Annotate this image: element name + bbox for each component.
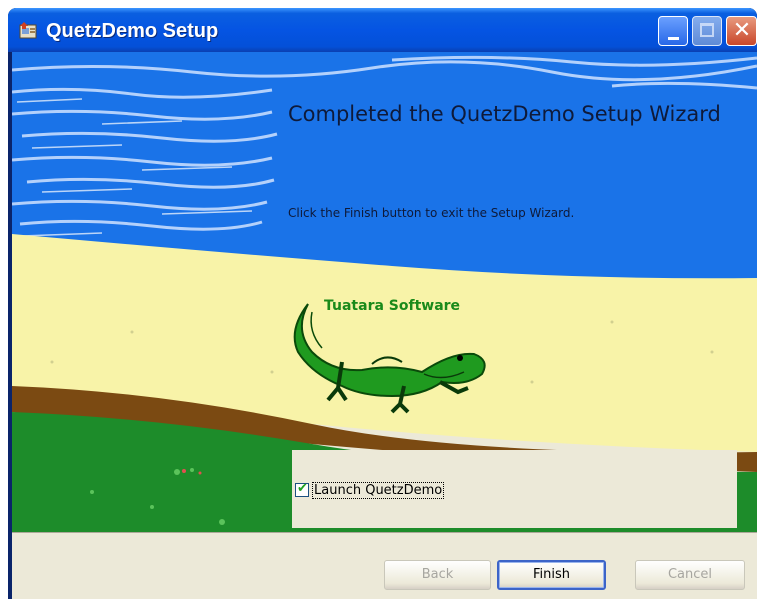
back-button: Back [384, 560, 491, 590]
button-bar-divider [12, 532, 757, 533]
close-icon: ✕ [732, 18, 752, 43]
maximize-icon [700, 23, 714, 37]
minimize-button[interactable] [658, 16, 688, 46]
launch-checkbox-label[interactable]: Launch QuetzDemo [312, 482, 445, 499]
wizard-body: Completed the QuetzDemo Setup Wizard Cli… [12, 52, 757, 599]
title-bar[interactable]: QuetzDemo Setup ✕ [8, 8, 757, 52]
maximize-button [692, 16, 722, 46]
close-button[interactable]: ✕ [726, 16, 757, 46]
wizard-description: Click the Finish button to exit the Setu… [288, 206, 575, 220]
setup-window: QuetzDemo Setup ✕ Completed the QuetzDem… [8, 8, 757, 599]
wizard-headline: Completed the QuetzDemo Setup Wizard [288, 102, 721, 126]
launch-checkbox[interactable]: ✔ [295, 481, 309, 497]
minimize-icon [668, 37, 679, 40]
checkmark-icon: ✔ [297, 481, 308, 496]
installer-icon [19, 22, 37, 39]
window-title: QuetzDemo Setup [46, 20, 219, 42]
launch-options-panel: ✔ Launch QuetzDemo [292, 450, 737, 528]
brand-name: Tuatara Software [324, 298, 461, 314]
cancel-button: Cancel [635, 560, 745, 590]
finish-button[interactable]: Finish [497, 560, 606, 590]
